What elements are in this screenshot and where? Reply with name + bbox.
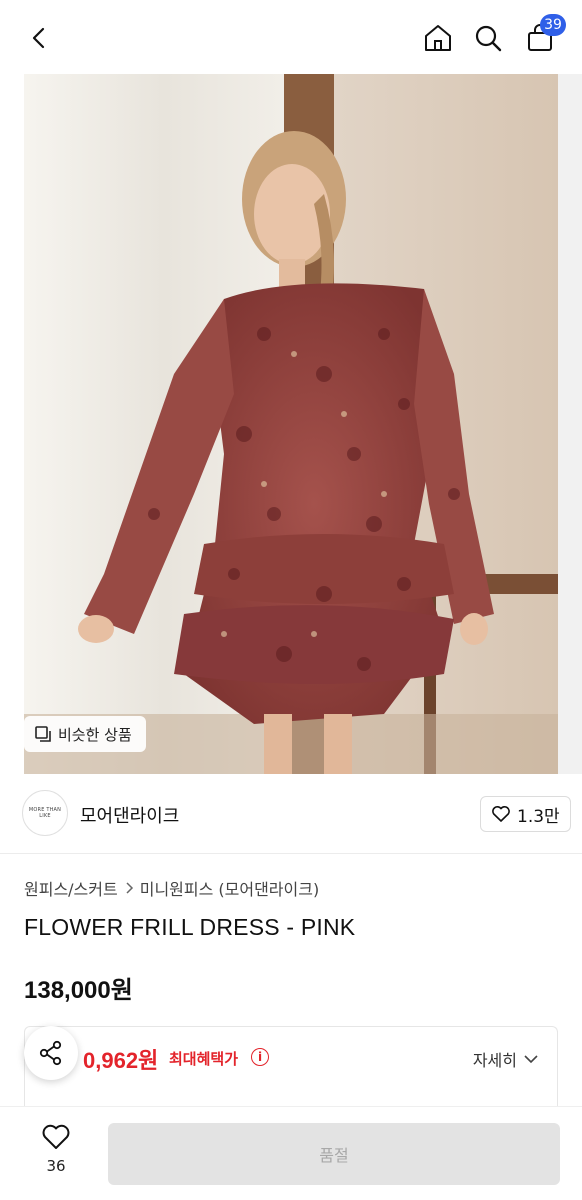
search-icon — [475, 25, 502, 52]
sold-out-button[interactable]: 품절 — [108, 1123, 560, 1185]
max-benefit-price: 0,962원 — [83, 1048, 159, 1073]
product-price: 138,000원 — [24, 977, 133, 1004]
home-icon — [425, 25, 451, 51]
top-bar: 39 — [0, 0, 582, 74]
wishlist-button[interactable]: 36 — [28, 1123, 84, 1175]
product-photo — [24, 74, 558, 774]
bottom-action-bar: 36 품절 — [0, 1106, 582, 1200]
chevron-down-icon — [524, 1055, 538, 1064]
product-title: FLOWER FRILL DRESS - PINK — [24, 914, 356, 940]
share-button[interactable] — [24, 1026, 78, 1080]
benefit-detail-toggle[interactable]: 자세히 — [473, 1047, 539, 1071]
max-benefit-box[interactable]: 0,962원 최대혜택가 i 자세히 — [24, 1026, 558, 1106]
wishlist-count: 36 — [46, 1157, 66, 1175]
breadcrumb-subcategory[interactable]: 미니원피스 (모어댄라이크) — [140, 876, 320, 900]
brand-logo[interactable]: MORE THAN LIKE — [22, 790, 68, 836]
breadcrumb-category[interactable]: 원피스/스커트 — [24, 876, 118, 900]
similar-products-button[interactable]: 비슷한 상품 — [24, 716, 146, 752]
similar-products-label: 비슷한 상품 — [58, 725, 132, 744]
chevron-left-icon — [32, 27, 45, 49]
back-button[interactable] — [20, 18, 60, 58]
product-image[interactable] — [24, 74, 558, 774]
share-icon — [39, 1040, 62, 1066]
brand-like-button[interactable]: 1.3만 — [480, 796, 571, 832]
brand-like-count: 1.3만 — [517, 806, 560, 827]
brand-name[interactable]: 모어댄라이크 — [80, 802, 179, 828]
info-icon[interactable]: i — [251, 1048, 269, 1066]
chevron-right-icon — [126, 882, 133, 894]
cart-button[interactable]: 39 — [520, 14, 566, 58]
benefit-detail-label: 자세히 — [472, 1051, 517, 1070]
brand-logo-text: MORE THAN LIKE — [28, 807, 62, 819]
cart-count-badge: 39 — [540, 14, 566, 36]
brand-row: MORE THAN LIKE 모어댄라이크 1.3만 — [0, 774, 582, 854]
search-button[interactable] — [468, 18, 508, 58]
similar-products-icon — [35, 726, 51, 742]
max-benefit-label: 최대혜택가 — [169, 1050, 239, 1068]
breadcrumb: 원피스/스커트 미니원피스 (모어댄라이크) — [24, 876, 319, 900]
heart-icon — [492, 806, 510, 822]
heart-icon — [42, 1124, 70, 1149]
gallery-next-peek[interactable] — [558, 74, 582, 774]
home-button[interactable] — [418, 18, 458, 58]
